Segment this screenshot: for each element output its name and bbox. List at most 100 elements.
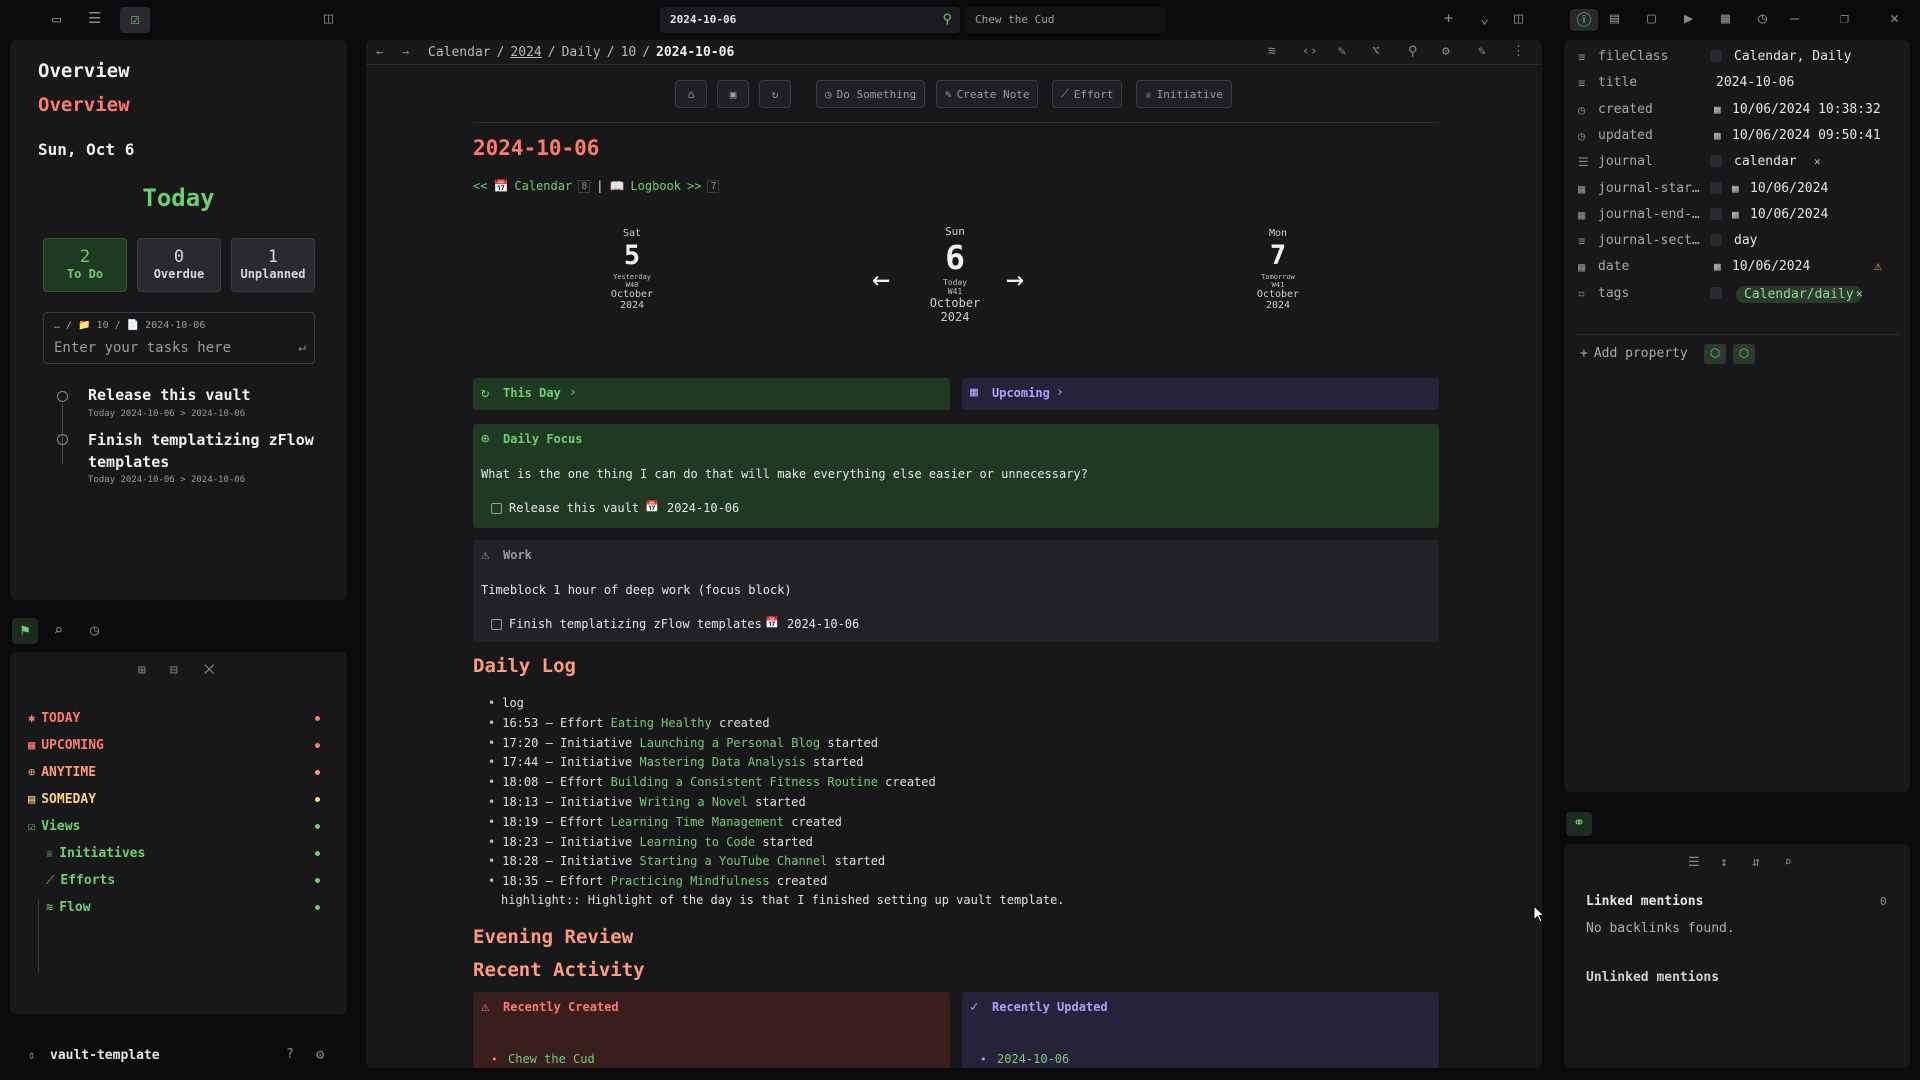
list-icon[interactable]: ☰ (1688, 856, 1700, 869)
collapse-all-icon[interactable]: ⨉ (204, 664, 214, 677)
right-sidebar-toggle-icon[interactable]: ◫ (1514, 11, 1523, 26)
code-icon[interactable]: ‹› (1302, 45, 1318, 58)
list-icon[interactable]: ☰ (88, 11, 101, 26)
property-value[interactable]: Calendar/daily (1736, 285, 1862, 303)
recently-updated-item[interactable]: 2024-10-06 (997, 1052, 1069, 1066)
property-name[interactable]: journal-sect… (1598, 233, 1700, 248)
log-link[interactable]: Learning to Code (640, 835, 756, 849)
task-title[interactable]: Release this vault (88, 386, 251, 404)
new-tab-icon[interactable]: + (1444, 11, 1453, 26)
dashboard-button[interactable]: ▣ (717, 80, 749, 108)
breadcrumb-item[interactable]: 2024 (510, 45, 541, 60)
this-day-callout[interactable]: ↻ This Day › (473, 378, 950, 410)
effort-button[interactable]: ⟋ Effort (1052, 80, 1123, 108)
bookmark-item[interactable]: ✱ TODAY (28, 708, 320, 728)
breadcrumb-item[interactable]: 10 (621, 45, 637, 60)
initiative-button[interactable]: ♕ Initiative (1136, 80, 1232, 108)
focus-task[interactable]: Release this vault (509, 501, 639, 515)
add-bookmark-icon[interactable]: ⊞ (138, 664, 146, 677)
help-icon[interactable]: ? (286, 1048, 294, 1061)
logbook-link[interactable]: Logbook (630, 179, 681, 193)
log-link[interactable]: Starting a YouTube Channel (640, 854, 828, 868)
tab-other[interactable]: Chew the Cud (965, 7, 1165, 33)
cube-outline-icon[interactable]: ⬡ (1733, 344, 1755, 364)
sort-icon[interactable]: ⇵ (1752, 856, 1760, 869)
expand-icon[interactable]: ↕ (1720, 856, 1728, 869)
more-icon[interactable]: ⋮ (1512, 45, 1525, 58)
pin-icon[interactable]: ⚲ (1408, 45, 1418, 58)
property-type-badge[interactable] (1710, 286, 1722, 299)
task-checkbox[interactable] (491, 619, 502, 630)
property-value[interactable]: 2024-10-06 (1716, 75, 1794, 90)
pencil-icon[interactable]: ✎ (1338, 45, 1346, 58)
property-type-badge[interactable] (1710, 50, 1722, 62)
new-folder-icon[interactable]: ⊟ (170, 664, 178, 677)
bookmark-item[interactable]: ▤ SOMEDAY (28, 789, 320, 809)
remove-icon[interactable]: ✕ (1814, 155, 1821, 168)
property-name[interactable]: fileClass (1598, 49, 1668, 64)
tree-icon[interactable]: ⌥ (1372, 45, 1380, 58)
chevron-down-icon[interactable]: ⌄ (1480, 11, 1489, 26)
property-value[interactable]: 10/06/2024 (1732, 259, 1810, 274)
property-value[interactable]: 10/06/2024 10:38:32 (1732, 102, 1881, 117)
forward-icon[interactable]: → (402, 46, 409, 58)
do-something-button[interactable]: ◷ Do Something (816, 80, 926, 108)
property-type-badge[interactable] (1710, 181, 1722, 194)
remove-icon[interactable]: ✕ (1856, 287, 1863, 300)
vault-name[interactable]: vault-template (50, 1048, 160, 1063)
day-today[interactable]: Sun 6 Today W41 October 2024 (915, 225, 995, 324)
recently-created-item[interactable]: Chew the Cud (508, 1052, 595, 1066)
edit-icon[interactable]: ✎ (1478, 45, 1486, 58)
unlinked-mentions-heading[interactable]: Unlinked mentions (1586, 970, 1719, 985)
enter-icon[interactable]: ↵ (298, 341, 306, 354)
back-icon[interactable]: ← (376, 46, 383, 58)
property-name[interactable]: journal-end-… (1598, 207, 1700, 222)
task-checkbox[interactable] (57, 434, 68, 445)
property-name[interactable]: title (1598, 75, 1637, 90)
property-value[interactable]: 10/06/2024 (1750, 181, 1828, 196)
add-property-button[interactable]: + Add property (1580, 346, 1688, 361)
property-value[interactable]: 10/06/2024 (1750, 207, 1828, 222)
property-type-badge[interactable] (1710, 207, 1722, 220)
arrow-right-icon[interactable]: → (1006, 262, 1024, 297)
log-link[interactable]: Eating Healthy (611, 716, 712, 730)
video-icon[interactable]: ▶ (1684, 11, 1693, 26)
task-title[interactable]: Finish templatizing zFlow templates (88, 429, 328, 473)
property-name[interactable]: journal (1598, 154, 1653, 169)
bookmark-item[interactable]: ☑ Views (28, 816, 320, 836)
layers-icon[interactable]: ≋ (1268, 45, 1276, 58)
log-link[interactable]: Building a Consistent Fitness Routine (611, 775, 878, 789)
property-name[interactable]: date (1598, 259, 1629, 274)
breadcrumb-item[interactable]: Calendar (428, 45, 491, 60)
archive-icon[interactable]: ▤ (1610, 11, 1619, 26)
minimize-icon[interactable]: – (1790, 11, 1799, 26)
task-checkbox[interactable] (491, 503, 502, 514)
log-link[interactable]: Learning Time Management (611, 815, 784, 829)
property-name[interactable]: journal-star… (1598, 181, 1700, 196)
property-value[interactable]: 10/06/2024 09:50:41 (1732, 128, 1881, 143)
refresh-button[interactable]: ↻ (759, 80, 791, 108)
search-icon[interactable]: ⌕ (54, 623, 63, 638)
calendar-icon[interactable]: ▦ (1721, 11, 1730, 26)
upcoming-callout[interactable]: ▦ Upcoming › (962, 378, 1439, 410)
arrow-left-icon[interactable]: ← (872, 262, 890, 297)
bookmark-item[interactable]: ♕ Initiatives (46, 843, 320, 863)
pin-icon[interactable]: ⚲ (942, 12, 952, 27)
property-value[interactable]: day (1734, 233, 1757, 248)
property-name[interactable]: tags (1598, 286, 1629, 301)
folder-icon[interactable]: ▭ (52, 12, 61, 27)
property-value[interactable]: Calendar, Daily (1734, 49, 1851, 64)
bookmark-item[interactable]: ⊕ ANYTIME (28, 762, 320, 782)
bookmark-item[interactable]: ≋ Flow (46, 897, 320, 917)
link-icon[interactable]: ⚭ (1566, 812, 1592, 836)
info-icon[interactable]: ⓘ (1570, 9, 1598, 31)
restore-icon[interactable]: ❐ (1840, 11, 1849, 26)
cube-icon[interactable]: ⬡ (1704, 344, 1726, 364)
create-note-button[interactable]: ✎ Create Note (936, 80, 1039, 108)
sidebar-toggle-icon[interactable]: ◫ (324, 11, 333, 26)
calendar-link[interactable]: Calendar (514, 179, 572, 193)
overdue-stat[interactable]: 0 Overdue (137, 238, 221, 292)
property-value[interactable]: calendar (1734, 154, 1797, 169)
bookmark-item[interactable]: ▦ UPCOMING (28, 735, 320, 755)
vault-switch-icon[interactable]: ⇕ (28, 1049, 35, 1061)
